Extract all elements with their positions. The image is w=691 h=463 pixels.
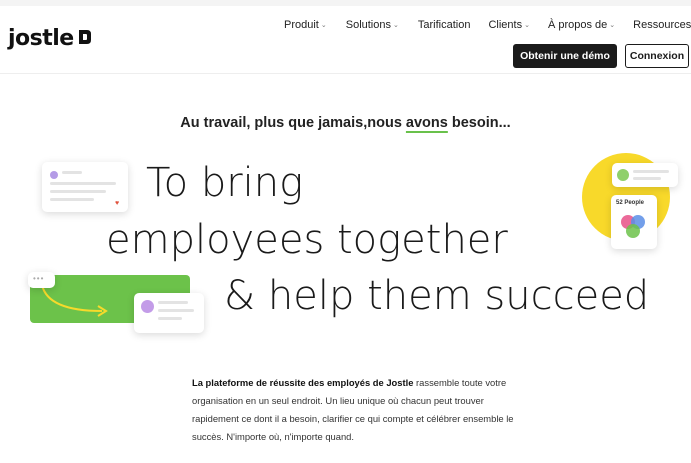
heart-icon: ♥ — [115, 200, 120, 207]
get-demo-button[interactable]: Obtenir une démo — [513, 44, 617, 68]
placeholder-line — [633, 177, 661, 180]
nav-item-label: À propos de — [547, 19, 608, 31]
nav-item-label: Produit — [284, 19, 319, 31]
tagline-end: besoin... — [447, 115, 511, 131]
chevron-down-icon: ⌄ — [609, 22, 616, 29]
hero-description: La plateforme de réussite des employés d… — [192, 374, 522, 446]
profile-card-illustration: ♥ — [42, 162, 128, 212]
placeholder-line — [158, 309, 194, 312]
jostle-logo[interactable]: jostle — [8, 26, 92, 51]
site-header: jostle Produit ⌄ Solutions ⌄ Tarificatio… — [0, 6, 691, 72]
venn-diagram-icon — [621, 215, 645, 238]
chevron-down-icon: ⌄ — [393, 22, 399, 29]
chevron-down-icon: ⌄ — [524, 22, 530, 29]
description-bold: La plateforme de réussite des employés d… — [192, 377, 414, 388]
hero-tagline: Au travail, plus que jamais,nous avons b… — [0, 115, 691, 131]
placeholder-line — [62, 171, 82, 174]
chevron-down-icon: ⌄ — [320, 22, 327, 29]
placeholder-line — [50, 182, 116, 185]
nav-item-tarification[interactable]: Tarification — [418, 19, 471, 31]
tagline-underlined: avons — [405, 115, 448, 131]
avatar-icon — [141, 300, 154, 313]
tagline-start: Au travail, plus que jamais,nous — [180, 115, 406, 131]
nav-item-ressources[interactable]: Ressources ⌄ — [633, 19, 691, 31]
nav-item-label: Tarification — [417, 19, 471, 31]
nav-item-produit[interactable]: Produit ⌄ — [284, 19, 327, 31]
main-nav: Produit ⌄ Solutions ⌄ Tarification Clien… — [284, 19, 691, 31]
dots-icon: ••• — [33, 274, 45, 283]
placeholder-line — [158, 317, 182, 320]
nav-item-label: Ressources — [633, 19, 691, 31]
header-divider — [0, 73, 691, 74]
placeholder-line — [158, 301, 188, 304]
nav-item-label: Solutions — [345, 19, 391, 31]
hero-headline-line-1: To bring — [146, 160, 304, 206]
logo-text: jostle — [8, 26, 74, 51]
login-button[interactable]: Connexion — [625, 44, 689, 68]
placeholder-line — [50, 190, 106, 193]
nav-item-solutions[interactable]: Solutions ⌄ — [346, 19, 399, 31]
people-count-badge: 52 People — [616, 200, 645, 206]
people-card-top — [612, 163, 678, 187]
nav-item-a-propos[interactable]: À propos de ⌄ — [548, 19, 615, 31]
chat-bubble-illustration: ••• — [28, 272, 55, 288]
nav-item-label: Clients — [488, 19, 523, 31]
avatar-icon — [50, 171, 58, 179]
avatar-icon — [617, 169, 629, 181]
hero-headline-line-3: & help them succeed — [224, 273, 650, 319]
people-count-card: 52 People — [611, 195, 657, 249]
user-card-illustration — [134, 293, 204, 333]
hero-headline-line-2: employees together — [106, 217, 508, 263]
nav-item-clients[interactable]: Clients ⌄ — [488, 19, 530, 31]
placeholder-line — [633, 170, 669, 173]
logo-mark-icon — [77, 26, 92, 51]
placeholder-line — [50, 198, 94, 201]
